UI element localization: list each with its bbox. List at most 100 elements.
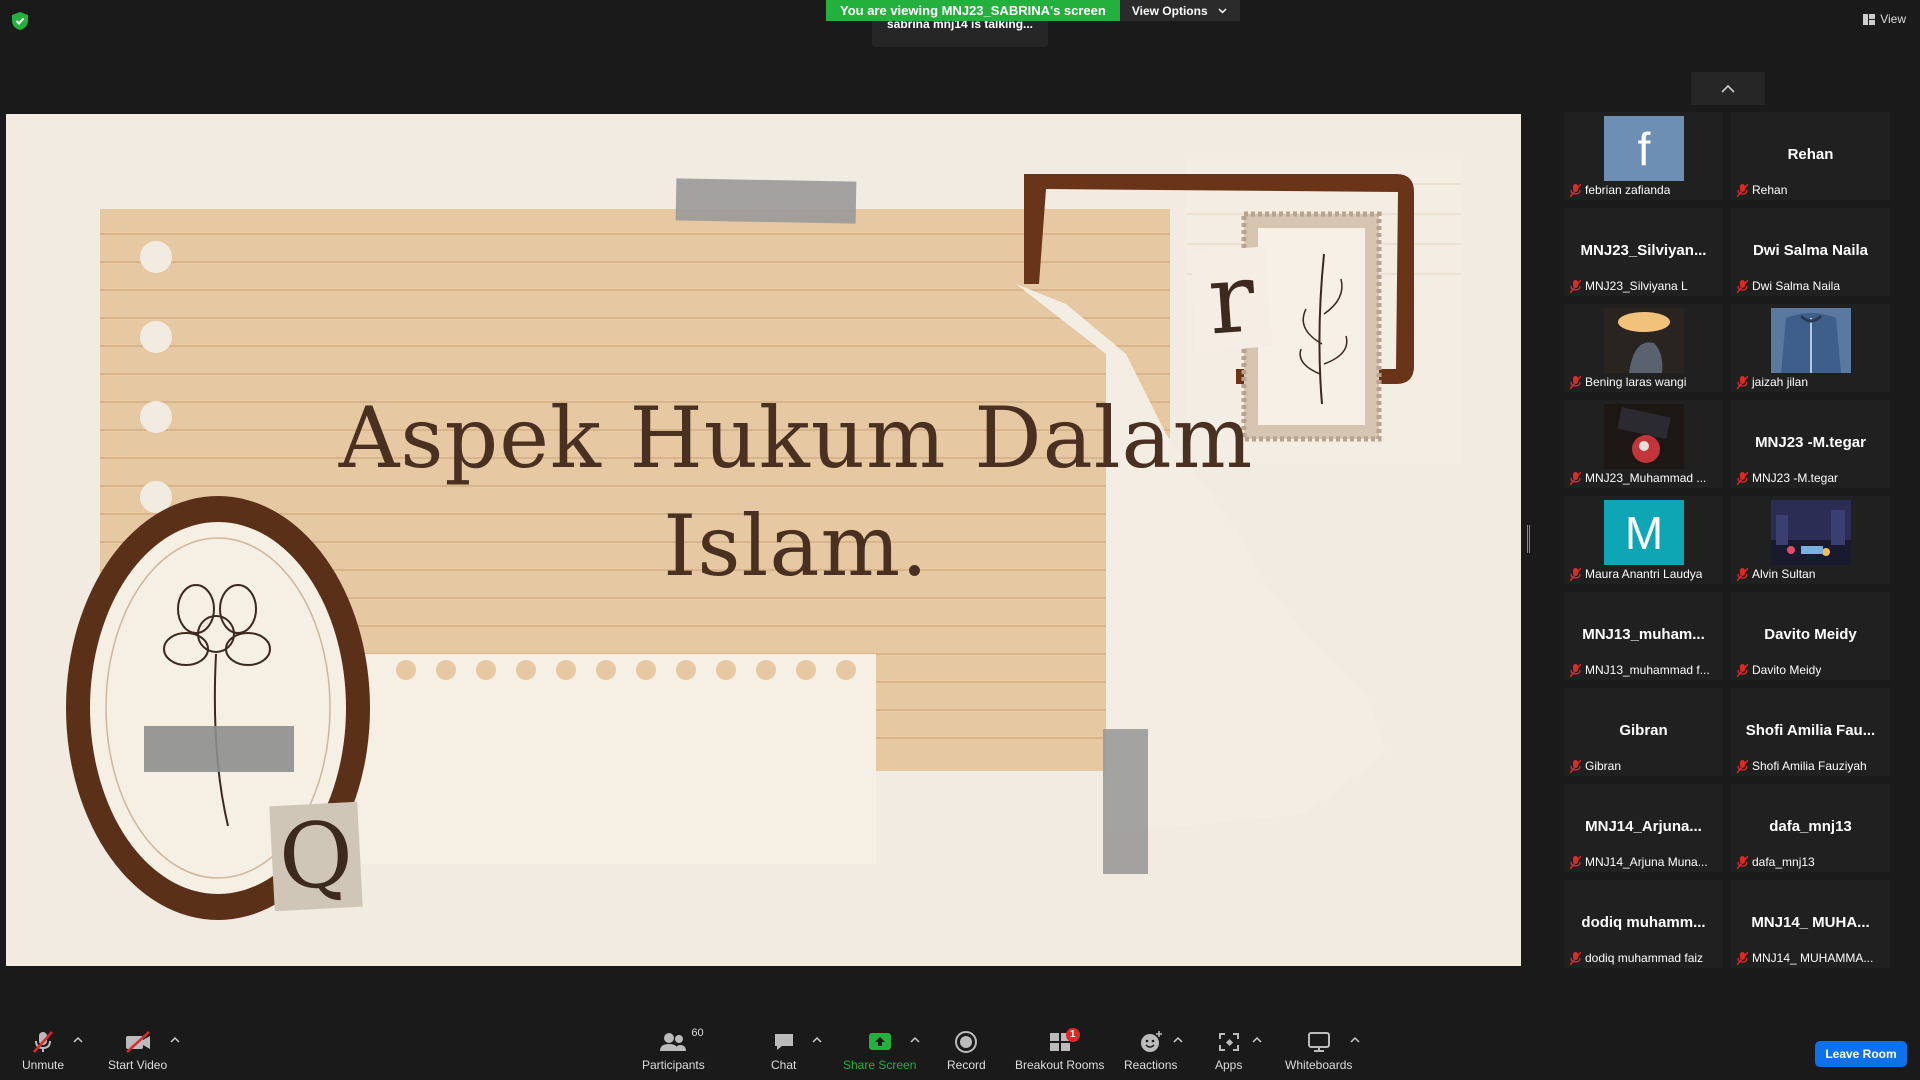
decor-letter-r: r bbox=[1190, 242, 1273, 356]
participant-name: MNJ23_Muhammad ... bbox=[1585, 471, 1707, 485]
participant-name-label: Maura Anantri Laudya bbox=[1570, 567, 1702, 581]
participant-name: febrian zafianda bbox=[1585, 183, 1671, 197]
slide-title-line-2: Islam. bbox=[663, 497, 929, 595]
participant-name-label: Davito Meidy bbox=[1737, 663, 1821, 677]
participant-name-label: Alvin Sultan bbox=[1737, 567, 1815, 581]
chat-button[interactable]: Chat bbox=[771, 1030, 796, 1072]
avatar-letter: f bbox=[1637, 122, 1651, 175]
participant-video-thumbnail bbox=[1771, 500, 1851, 565]
participant-name-label: MNJ13_muhammad f... bbox=[1570, 663, 1710, 677]
unmute-button[interactable]: Unmute bbox=[22, 1030, 64, 1072]
participant-tile[interactable]: MNJ14_ MUHA... MNJ14_ MUHAMMA... bbox=[1731, 880, 1890, 968]
breakout-rooms-label: Breakout Rooms bbox=[1015, 1058, 1105, 1072]
chat-options-caret-icon[interactable] bbox=[812, 1036, 822, 1044]
participant-display-name: Gibran bbox=[1619, 722, 1668, 739]
participant-tile[interactable]: jaizah jilan bbox=[1731, 304, 1890, 392]
participant-name-label: MNJ23 -M.tegar bbox=[1737, 471, 1838, 485]
participant-tile[interactable]: MNJ13_muham... MNJ13_muhammad f... bbox=[1564, 592, 1723, 680]
muted-mic-icon bbox=[1570, 375, 1581, 389]
muted-mic-icon bbox=[1737, 375, 1748, 389]
share-screen-button[interactable]: Share Screen bbox=[843, 1030, 916, 1072]
video-options-caret-icon[interactable] bbox=[170, 1036, 180, 1044]
participant-tile[interactable]: Davito Meidy Davito Meidy bbox=[1731, 592, 1890, 680]
participant-display-name: dafa_mnj13 bbox=[1769, 818, 1852, 835]
muted-mic-icon bbox=[1570, 567, 1581, 581]
participants-icon bbox=[660, 1033, 687, 1051]
start-video-button[interactable]: Start Video bbox=[108, 1030, 167, 1072]
muted-mic-icon bbox=[1570, 855, 1581, 869]
breakout-rooms-button[interactable]: 1 Breakout Rooms bbox=[1015, 1028, 1105, 1072]
muted-mic-icon bbox=[1737, 471, 1748, 485]
participant-tile[interactable]: Alvin Sultan bbox=[1731, 496, 1890, 584]
participant-name: jaizah jilan bbox=[1752, 375, 1809, 389]
muted-mic-icon bbox=[1737, 759, 1748, 773]
audio-options-caret-icon[interactable] bbox=[73, 1036, 83, 1044]
encryption-shield-icon[interactable] bbox=[12, 12, 28, 30]
whiteboard-icon bbox=[1307, 1032, 1330, 1052]
participant-tile[interactable]: Dwi Salma Naila Dwi Salma Naila bbox=[1731, 208, 1890, 296]
muted-mic-icon bbox=[1570, 951, 1581, 965]
participant-gallery: f febrian zafianda Rehan Rehan MNJ23_Silviya… bbox=[1564, 112, 1891, 968]
leave-room-button[interactable]: Leave Room bbox=[1815, 1041, 1907, 1067]
meeting-toolbar: Unmute Start Video 60 Participants Chat … bbox=[0, 1022, 1920, 1080]
participant-tile[interactable]: MNJ14_Arjuna... MNJ14_Arjuna Muna... bbox=[1564, 784, 1723, 872]
participant-display-name: MNJ13_muham... bbox=[1582, 626, 1705, 643]
video-off-icon bbox=[125, 1031, 150, 1053]
participant-name: Shofi Amilia Fauziyah bbox=[1752, 759, 1867, 773]
muted-mic-icon bbox=[1737, 855, 1748, 869]
participant-tile[interactable]: M Maura Anantri Laudya bbox=[1564, 496, 1723, 584]
gallery-collapse-button[interactable] bbox=[1691, 72, 1765, 105]
reactions-smiley-icon bbox=[1140, 1031, 1162, 1052]
muted-mic-icon bbox=[1737, 279, 1748, 293]
share-options-caret-icon[interactable] bbox=[910, 1036, 920, 1044]
start-video-label: Start Video bbox=[108, 1058, 168, 1072]
muted-mic-icon bbox=[1570, 759, 1581, 773]
participant-tile[interactable]: dodiq muhamm... dodiq muhammad faiz bbox=[1564, 880, 1723, 968]
participant-tile[interactable]: f febrian zafianda bbox=[1564, 112, 1723, 200]
participant-display-name: dodiq muhamm... bbox=[1581, 914, 1706, 931]
participant-name: MNJ23_Silviyana L bbox=[1585, 279, 1688, 293]
participants-label: Participants bbox=[642, 1058, 705, 1072]
participant-display-name: Shofi Amilia Fau... bbox=[1745, 722, 1876, 739]
panel-resize-handle[interactable] bbox=[1527, 525, 1530, 553]
participant-name-label: febrian zafianda bbox=[1570, 183, 1670, 197]
participant-tile[interactable]: dafa_mnj13 dafa_mnj13 bbox=[1731, 784, 1890, 872]
participant-tile[interactable]: Rehan Rehan bbox=[1731, 112, 1890, 200]
participants-count: 60 bbox=[691, 1027, 704, 1039]
decor-letter-q: Q bbox=[269, 801, 363, 912]
participant-avatar: M bbox=[1604, 500, 1684, 565]
apps-options-caret-icon[interactable] bbox=[1252, 1036, 1262, 1044]
muted-mic-icon bbox=[33, 1031, 53, 1053]
apps-button[interactable]: Apps bbox=[1215, 1030, 1242, 1072]
participant-tile[interactable]: MNJ23_Silviyan... MNJ23_Silviyana L bbox=[1564, 208, 1723, 296]
reactions-label: Reactions bbox=[1124, 1058, 1178, 1072]
participant-name-label: MNJ23_Muhammad ... bbox=[1570, 471, 1706, 485]
whiteboards-button[interactable]: Whiteboards bbox=[1285, 1030, 1352, 1072]
participant-tile[interactable]: MNJ23_Muhammad ... bbox=[1564, 400, 1723, 488]
chat-label: Chat bbox=[771, 1058, 797, 1072]
whiteboards-options-caret-icon[interactable] bbox=[1350, 1036, 1360, 1044]
view-button[interactable]: View bbox=[1863, 12, 1906, 26]
record-button[interactable]: Record bbox=[947, 1030, 986, 1072]
participant-tile[interactable]: Shofi Amilia Fau... Shofi Amilia Fauziyah bbox=[1731, 688, 1890, 776]
chevron-down-icon bbox=[1218, 7, 1227, 14]
participant-tile[interactable]: MNJ23 -M.tegar MNJ23 -M.tegar bbox=[1731, 400, 1890, 488]
screen-share-banner: You are viewing MNJ23_SABRINA's screen V… bbox=[826, 0, 1240, 21]
participant-avatar: f bbox=[1604, 116, 1684, 181]
reactions-button[interactable]: Reactions bbox=[1124, 1030, 1177, 1072]
reactions-options-caret-icon[interactable] bbox=[1173, 1036, 1183, 1044]
participant-tile[interactable]: Bening laras wangi bbox=[1564, 304, 1723, 392]
view-options-button[interactable]: View Options bbox=[1119, 0, 1240, 21]
participant-name-label: Bening laras wangi bbox=[1570, 375, 1686, 389]
zoom-meeting-window: sabrina mnj14 is talking... You are view… bbox=[0, 0, 1920, 1080]
participant-name-label: MNJ14_ MUHAMMA... bbox=[1737, 951, 1873, 965]
muted-mic-icon bbox=[1570, 471, 1581, 485]
participant-name-label: Shofi Amilia Fauziyah bbox=[1737, 759, 1867, 773]
participant-tile[interactable]: Gibran Gibran bbox=[1564, 688, 1723, 776]
muted-mic-icon bbox=[1570, 279, 1581, 293]
participants-button[interactable]: 60 Participants bbox=[642, 1027, 705, 1072]
record-label: Record bbox=[947, 1058, 986, 1072]
muted-mic-icon bbox=[1737, 951, 1748, 965]
viewing-screen-label: You are viewing MNJ23_SABRINA's screen bbox=[826, 0, 1120, 21]
muted-mic-icon bbox=[1570, 663, 1581, 677]
